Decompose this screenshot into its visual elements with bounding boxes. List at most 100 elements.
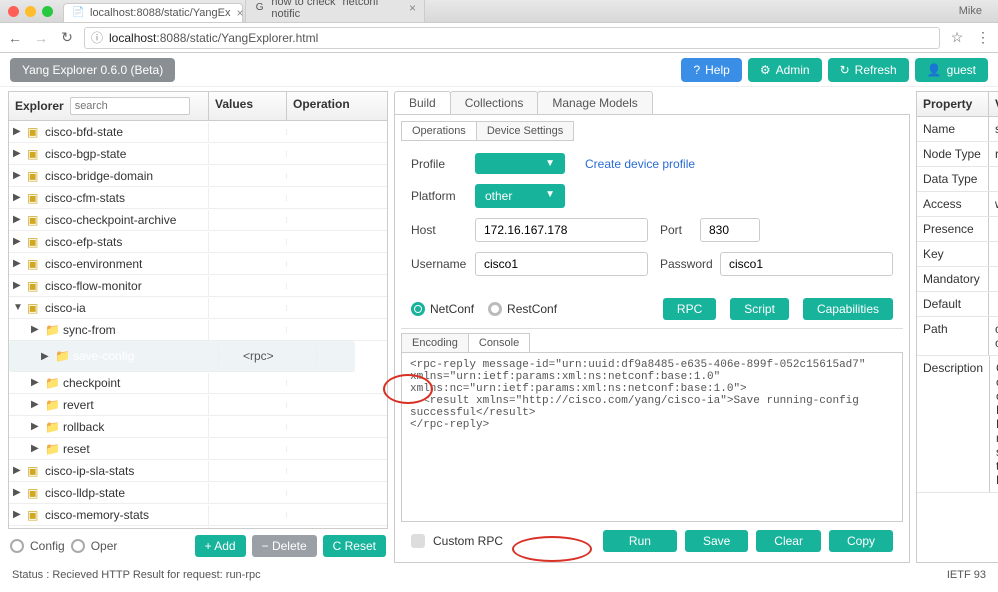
url-input[interactable]: ⓘ localhost:8088/static/YangExplorer.htm…: [84, 27, 940, 49]
guest-button[interactable]: 👤guest: [915, 58, 988, 82]
reset-button[interactable]: C Reset: [323, 535, 386, 557]
tree-operation[interactable]: [287, 424, 387, 430]
expand-icon[interactable]: ▶: [13, 487, 23, 498]
maximize-icon[interactable]: [42, 6, 53, 17]
tree-operation[interactable]: [287, 512, 387, 518]
tab-console[interactable]: Console: [468, 333, 530, 353]
forward-icon[interactable]: →: [32, 30, 50, 46]
tree-operation[interactable]: [287, 283, 387, 289]
back-icon[interactable]: ←: [6, 30, 24, 46]
tree-value[interactable]: [209, 380, 287, 386]
custom-rpc-checkbox[interactable]: [411, 534, 425, 548]
close-icon[interactable]: [8, 6, 19, 17]
create-device-profile-link[interactable]: Create device profile: [585, 157, 695, 171]
expand-icon[interactable]: ▶: [31, 324, 41, 335]
tree-value[interactable]: [209, 424, 287, 430]
tree-value[interactable]: [209, 173, 287, 179]
tree-value[interactable]: [209, 195, 287, 201]
browser-tab-active[interactable]: 📄 localhost:8088/static/YangEx ×: [63, 3, 243, 22]
copy-button[interactable]: Copy: [829, 530, 893, 552]
tree-operation[interactable]: [287, 151, 387, 157]
explorer-rows[interactable]: ▶▣cisco-bfd-state▶▣cisco-bgp-state▶▣cisc…: [9, 121, 387, 528]
tree-row-sync-from[interactable]: ▶📁sync-from: [9, 319, 387, 341]
tree-row-cisco-efp-stats[interactable]: ▶▣cisco-efp-stats: [9, 231, 387, 253]
platform-select[interactable]: other▼: [475, 184, 565, 208]
minimize-icon[interactable]: [25, 6, 36, 17]
search-input[interactable]: [70, 97, 190, 115]
tree-operation[interactable]: [287, 446, 387, 452]
info-icon[interactable]: ⓘ: [91, 29, 103, 46]
close-tab-icon[interactable]: ×: [409, 1, 416, 15]
tree-value[interactable]: [209, 217, 287, 223]
save-button[interactable]: Save: [685, 530, 748, 552]
expand-icon[interactable]: ▶: [13, 214, 23, 225]
oper-radio[interactable]: Oper: [71, 539, 118, 553]
tree-value[interactable]: [209, 490, 287, 496]
tree-value[interactable]: [209, 151, 287, 157]
delete-button[interactable]: − Delete: [252, 535, 317, 557]
expand-icon[interactable]: ▶: [13, 236, 23, 247]
tree-operation[interactable]: [287, 380, 387, 386]
tree-operation[interactable]: [287, 129, 387, 135]
tree-row-rollback[interactable]: ▶📁rollback: [9, 416, 387, 438]
tab-encoding[interactable]: Encoding: [401, 333, 469, 353]
close-tab-icon[interactable]: ×: [236, 6, 243, 20]
expand-icon[interactable]: ▶: [13, 258, 23, 269]
expand-icon[interactable]: ▶: [13, 280, 23, 291]
restconf-radio[interactable]: RestConf: [488, 302, 557, 316]
tree-operation[interactable]: [337, 353, 345, 359]
tab-manage-models[interactable]: Manage Models: [537, 91, 652, 114]
console-output[interactable]: <rpc-reply message-id="urn:uuid:df9a8485…: [401, 352, 903, 522]
tree-operation[interactable]: [287, 305, 387, 311]
tree-row-cisco-bgp-state[interactable]: ▶▣cisco-bgp-state: [9, 143, 387, 165]
tree-row-cisco-memory-stats[interactable]: ▶▣cisco-memory-stats: [9, 504, 387, 526]
star-icon[interactable]: ☆: [948, 29, 966, 46]
admin-button[interactable]: ⚙Admin: [748, 58, 822, 82]
netconf-radio[interactable]: NetConf: [411, 302, 474, 316]
tree-row-cisco-environment[interactable]: ▶▣cisco-environment: [9, 253, 387, 275]
browser-tab[interactable]: G how to check "netconf notific ×: [245, 0, 425, 22]
tree-row-cisco-mpls-fwd[interactable]: ▶▣cisco-mpls-fwd: [9, 526, 387, 528]
reload-icon[interactable]: ↻: [58, 29, 76, 46]
expand-icon[interactable]: ▶: [31, 399, 41, 410]
menu-icon[interactable]: ⋮: [974, 29, 992, 46]
config-radio[interactable]: Config: [10, 539, 65, 553]
expand-icon[interactable]: ▶: [31, 443, 41, 454]
refresh-button[interactable]: ↻Refresh: [828, 58, 909, 82]
profile-select[interactable]: ▼: [475, 153, 565, 174]
tree-row-revert[interactable]: ▶📁revert: [9, 394, 387, 416]
tree-value[interactable]: [209, 446, 287, 452]
help-button[interactable]: ?Help: [681, 58, 741, 82]
tree-value[interactable]: [209, 129, 287, 135]
expand-icon[interactable]: ▶: [41, 351, 51, 362]
tree-row-cisco-lldp-state[interactable]: ▶▣cisco-lldp-state: [9, 482, 387, 504]
profile-name[interactable]: Mike: [959, 5, 990, 17]
tab-collections[interactable]: Collections: [450, 91, 539, 114]
tree-operation[interactable]: [287, 217, 387, 223]
tree-operation[interactable]: [287, 173, 387, 179]
tree-row-cisco-checkpoint-archive[interactable]: ▶▣cisco-checkpoint-archive: [9, 209, 387, 231]
tab-build[interactable]: Build: [394, 91, 451, 114]
expand-icon[interactable]: ▶: [13, 126, 23, 137]
subtab-operations[interactable]: Operations: [401, 121, 477, 141]
expand-icon[interactable]: ▶: [31, 377, 41, 388]
tree-operation[interactable]: [287, 490, 387, 496]
subtab-device-settings[interactable]: Device Settings: [476, 121, 574, 141]
expand-icon[interactable]: ▶: [13, 170, 23, 181]
expand-icon[interactable]: ▼: [13, 302, 23, 313]
tree-row-save-config[interactable]: ▶📁save-config<rpc>: [9, 341, 355, 372]
tree-value[interactable]: [209, 283, 287, 289]
tree-operation[interactable]: [287, 239, 387, 245]
expand-icon[interactable]: ▶: [13, 509, 23, 520]
expand-icon[interactable]: ▶: [31, 421, 41, 432]
tree-row-reset[interactable]: ▶📁reset: [9, 438, 387, 460]
tree-value[interactable]: <rpc>: [239, 346, 317, 366]
tree-row-cisco-cfm-stats[interactable]: ▶▣cisco-cfm-stats: [9, 187, 387, 209]
tree-row-cisco-ip-sla-stats[interactable]: ▶▣cisco-ip-sla-stats: [9, 460, 387, 482]
host-input[interactable]: [475, 218, 648, 242]
tree-value[interactable]: [209, 261, 287, 267]
expand-icon[interactable]: ▶: [13, 192, 23, 203]
tree-value[interactable]: [209, 512, 287, 518]
clear-button[interactable]: Clear: [756, 530, 821, 552]
tree-value[interactable]: [209, 239, 287, 245]
